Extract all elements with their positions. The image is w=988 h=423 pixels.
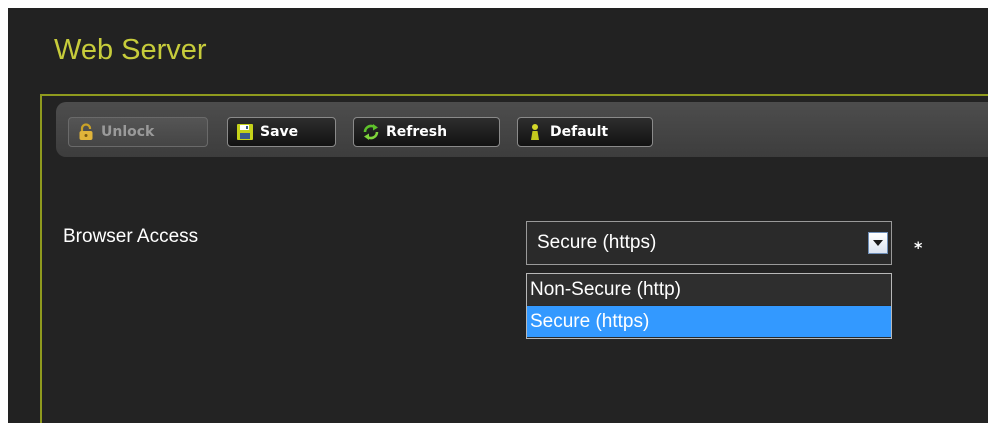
settings-panel: Unlock Save Refresh Default Browser Acce… bbox=[40, 94, 988, 423]
refresh-label: Refresh bbox=[386, 124, 448, 140]
select-value: Secure (https) bbox=[537, 232, 657, 253]
figure-icon bbox=[526, 123, 544, 141]
browser-access-label: Browser Access bbox=[63, 226, 199, 247]
browser-access-select[interactable]: Secure (https) bbox=[526, 221, 892, 265]
unlock-label: Unlock bbox=[101, 124, 155, 140]
save-button[interactable]: Save bbox=[227, 117, 336, 147]
app-screen: Web Server Unlock Save Refresh Default B… bbox=[8, 8, 988, 423]
toolbar: Unlock Save Refresh Default bbox=[56, 102, 988, 157]
save-label: Save bbox=[260, 124, 299, 140]
browser-access-options: Non-Secure (http) Secure (https) bbox=[526, 273, 892, 339]
padlock-icon bbox=[77, 123, 95, 141]
default-button[interactable]: Default bbox=[517, 117, 653, 147]
option-secure-https[interactable]: Secure (https) bbox=[527, 306, 891, 337]
refresh-arrows-icon bbox=[362, 123, 380, 141]
refresh-button[interactable]: Refresh bbox=[353, 117, 500, 147]
unlock-button[interactable]: Unlock bbox=[68, 117, 208, 147]
option-non-secure-http[interactable]: Non-Secure (http) bbox=[527, 274, 891, 305]
floppy-disk-icon bbox=[236, 123, 254, 141]
default-label: Default bbox=[550, 124, 609, 140]
required-marker: * bbox=[914, 238, 923, 257]
page-title: Web Server bbox=[54, 34, 207, 66]
chevron-down-icon[interactable] bbox=[868, 232, 888, 254]
